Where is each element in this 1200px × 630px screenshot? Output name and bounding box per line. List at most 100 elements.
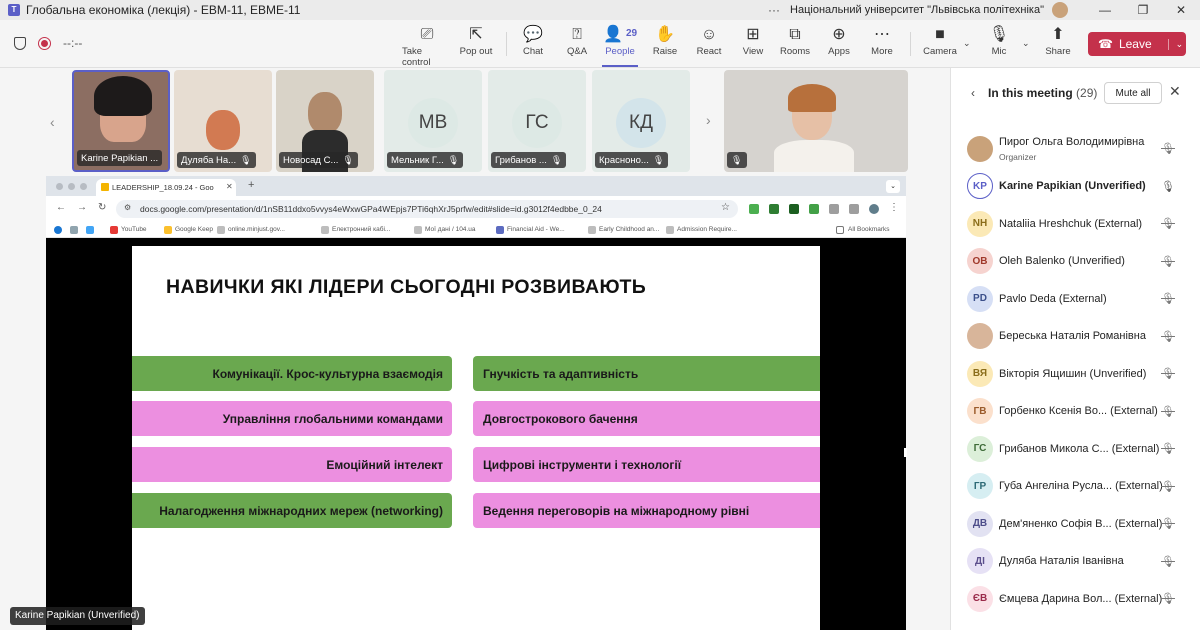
apps-button[interactable]: ⊕ Apps <box>826 24 852 64</box>
participant-row[interactable]: NH Nataliia Hreshchuk (External) 🎙 <box>951 205 1200 243</box>
participant-row[interactable]: ГВ Горбенко Ксенія Во... (External) 🎙 <box>951 393 1200 431</box>
restore-button[interactable]: ❐ <box>1124 3 1162 17</box>
participant-row[interactable]: ГР Губа Ангеліна Русла... (External) 🎙 <box>951 468 1200 506</box>
mic-off-icon[interactable]: 🎙 <box>1161 367 1175 380</box>
tiles-next-icon[interactable]: › <box>706 112 711 128</box>
chat-button[interactable]: 💬 Chat <box>518 24 548 64</box>
browser-tab[interactable]: LEADERSHIP_18.09.24 - Goo <box>96 179 236 196</box>
participant-name: Береська Наталія Романівна <box>999 330 1146 343</box>
mic-on-icon[interactable]: 🎙 <box>1161 180 1175 193</box>
profile-icon[interactable] <box>869 204 879 214</box>
browser-max-dot[interactable] <box>80 183 87 190</box>
tab-search-chevron-icon[interactable]: ⌄ <box>886 180 900 193</box>
participant-list: Пирог Ольга Володимирівна Organizer 🎙 KP Kar… <box>951 130 1200 618</box>
leave-options-chevron-icon[interactable]: ⌄ <box>1167 38 1183 50</box>
back-icon[interactable]: ← <box>56 202 66 213</box>
browser-menu-icon[interactable]: ⋮ <box>889 202 899 213</box>
bookmark-link[interactable]: YouTube <box>121 226 147 233</box>
puzzle-icon[interactable] <box>849 204 859 214</box>
mic-off-icon[interactable]: 🎙 <box>1161 480 1175 493</box>
mic-off-icon[interactable]: 🎙 <box>1161 330 1175 343</box>
participant-tile[interactable]: КД Красноно... 🎙 <box>592 70 690 172</box>
people-button[interactable]: 👤 29 People <box>602 24 638 67</box>
extension-icon[interactable] <box>809 204 819 214</box>
mic-button[interactable]: 🎙 Mic <box>986 24 1012 64</box>
self-video-tile[interactable]: 🎙 <box>724 70 908 172</box>
participant-row[interactable]: ДВ Дем'яненко Софія В... (External) 🎙 <box>951 505 1200 543</box>
participant-row[interactable]: OB Oleh Balenko (Unverified) 🎙 <box>951 243 1200 281</box>
reload-icon[interactable]: ↻ <box>98 202 106 213</box>
take-control-button[interactable]: ⎚ Take control <box>402 24 452 68</box>
participant-tile[interactable]: Karine Papikian ... <box>72 70 170 172</box>
share-button[interactable]: ⬆ Share <box>1044 24 1072 64</box>
all-bookmarks-link[interactable]: All Bookmarks <box>848 226 890 233</box>
browser-tab-title: LEADERSHIP_18.09.24 - Goo <box>112 183 214 192</box>
participant-row[interactable]: KP Karine Papikian (Unverified) 🎙 <box>951 168 1200 206</box>
camera-button[interactable]: ■ Camera <box>922 24 958 64</box>
extension-icon[interactable] <box>749 204 759 214</box>
extension-icon[interactable] <box>769 204 779 214</box>
facebook-icon[interactable] <box>54 226 62 234</box>
bookmark-star-icon[interactable]: ☆ <box>721 202 730 213</box>
bookmark-icon[interactable] <box>70 226 78 234</box>
bookmark-link[interactable]: Електронний кабі... <box>332 226 390 233</box>
participant-row[interactable]: ЄВ Ємцева Дарина Вол... (External) 🎙 <box>951 580 1200 618</box>
participant-row[interactable]: Пирог Ольга Володимирівна Organizer 🎙 <box>951 130 1200 168</box>
leave-button[interactable]: ☎ Leave ⌄ <box>1088 32 1186 56</box>
forward-icon[interactable]: → <box>77 202 87 213</box>
url-field[interactable]: ⚙ docs.google.com/presentation/d/1nSB11d… <box>116 200 738 218</box>
back-chevron-icon[interactable]: ‹ <box>971 86 975 100</box>
participant-tile[interactable]: Новосад С... 🎙 <box>276 70 374 172</box>
qa-button[interactable]: ⍰ Q&A <box>562 24 592 64</box>
bookmark-link[interactable]: Early Childhood an... <box>599 226 659 233</box>
pop-out-button[interactable]: ⇱ Pop out <box>458 24 494 64</box>
close-window-button[interactable]: ✕ <box>1162 3 1200 17</box>
mic-off-icon[interactable]: 🎙 <box>1161 555 1175 568</box>
mute-all-button[interactable]: Mute all <box>1104 82 1162 104</box>
mic-off-icon[interactable]: 🎙 <box>1161 592 1175 605</box>
mic-off-icon[interactable]: 🎙 <box>1161 292 1175 305</box>
bookmark-icon <box>321 226 329 234</box>
participant-row[interactable]: ГС Грибанов Микола С... (External) 🎙 <box>951 430 1200 468</box>
view-button[interactable]: ⊞ View <box>738 24 768 64</box>
qa-icon: ⍰ <box>572 26 582 43</box>
participant-tile[interactable]: МВ Мельник Г... 🎙 <box>384 70 482 172</box>
participant-row[interactable]: ДІ Дуляба Наталія Іванівна 🎙 <box>951 543 1200 581</box>
participant-row[interactable]: PD Pavlo Deda (External) 🎙 <box>951 280 1200 318</box>
new-tab-icon[interactable]: + <box>248 179 254 191</box>
camera-options-chevron-icon[interactable]: ⌄ <box>963 38 971 49</box>
browser-close-dot[interactable] <box>56 183 63 190</box>
participant-row[interactable]: ВЯ Вікторія Ящишин (Unverified) 🎙 <box>951 355 1200 393</box>
user-avatar[interactable] <box>1052 2 1068 18</box>
close-panel-icon[interactable]: ✕ <box>1169 83 1181 100</box>
rooms-button[interactable]: ⧉ Rooms <box>780 24 810 64</box>
browser-min-dot[interactable] <box>68 183 75 190</box>
participant-tile[interactable]: ГС Грибанов ... 🎙 <box>488 70 586 172</box>
title-bar: T Глобальна економіка (лекція) - ЕВМ-11,… <box>0 0 1200 20</box>
mic-off-icon[interactable]: 🎙 <box>1161 442 1175 455</box>
shared-screen[interactable]: LEADERSHIP_18.09.24 - Goo ✕ + ⌄ ← → ↻ ⚙ … <box>46 176 906 630</box>
print-icon[interactable] <box>829 204 839 214</box>
participant-row[interactable]: Береська Наталія Романівна 🎙 <box>951 318 1200 356</box>
tab-close-icon[interactable]: ✕ <box>226 182 233 191</box>
raise-hand-button[interactable]: ✋ Raise <box>650 24 680 64</box>
mic-off-icon[interactable]: 🎙 <box>1161 142 1175 155</box>
mic-off-icon[interactable]: 🎙 <box>1161 517 1175 530</box>
bookmark-icon[interactable] <box>86 226 94 234</box>
participant-tile[interactable]: Дуляба На... 🎙 <box>174 70 272 172</box>
more-button[interactable]: ⋯ More <box>868 24 896 64</box>
more-options-icon[interactable]: ··· <box>768 3 780 17</box>
bookmark-link[interactable]: Admission Require... <box>677 226 737 233</box>
bookmark-link[interactable]: Google Keep <box>175 226 213 233</box>
bookmark-link[interactable]: Мої дані / 104.ua <box>425 226 475 233</box>
extension-icon[interactable] <box>789 204 799 214</box>
mic-off-icon[interactable]: 🎙 <box>1161 405 1175 418</box>
minimize-button[interactable]: — <box>1086 3 1124 17</box>
react-button[interactable]: ☺ React <box>694 24 724 64</box>
mic-off-icon[interactable]: 🎙 <box>1161 255 1175 268</box>
bookmark-link[interactable]: Financial Aid - We... <box>507 226 565 233</box>
mic-off-icon[interactable]: 🎙 <box>1161 217 1175 230</box>
ellipsis-icon: ⋯ <box>874 26 890 43</box>
mic-options-chevron-icon[interactable]: ⌄ <box>1022 38 1030 49</box>
bookmark-link[interactable]: online.minjust.gov... <box>228 226 285 233</box>
